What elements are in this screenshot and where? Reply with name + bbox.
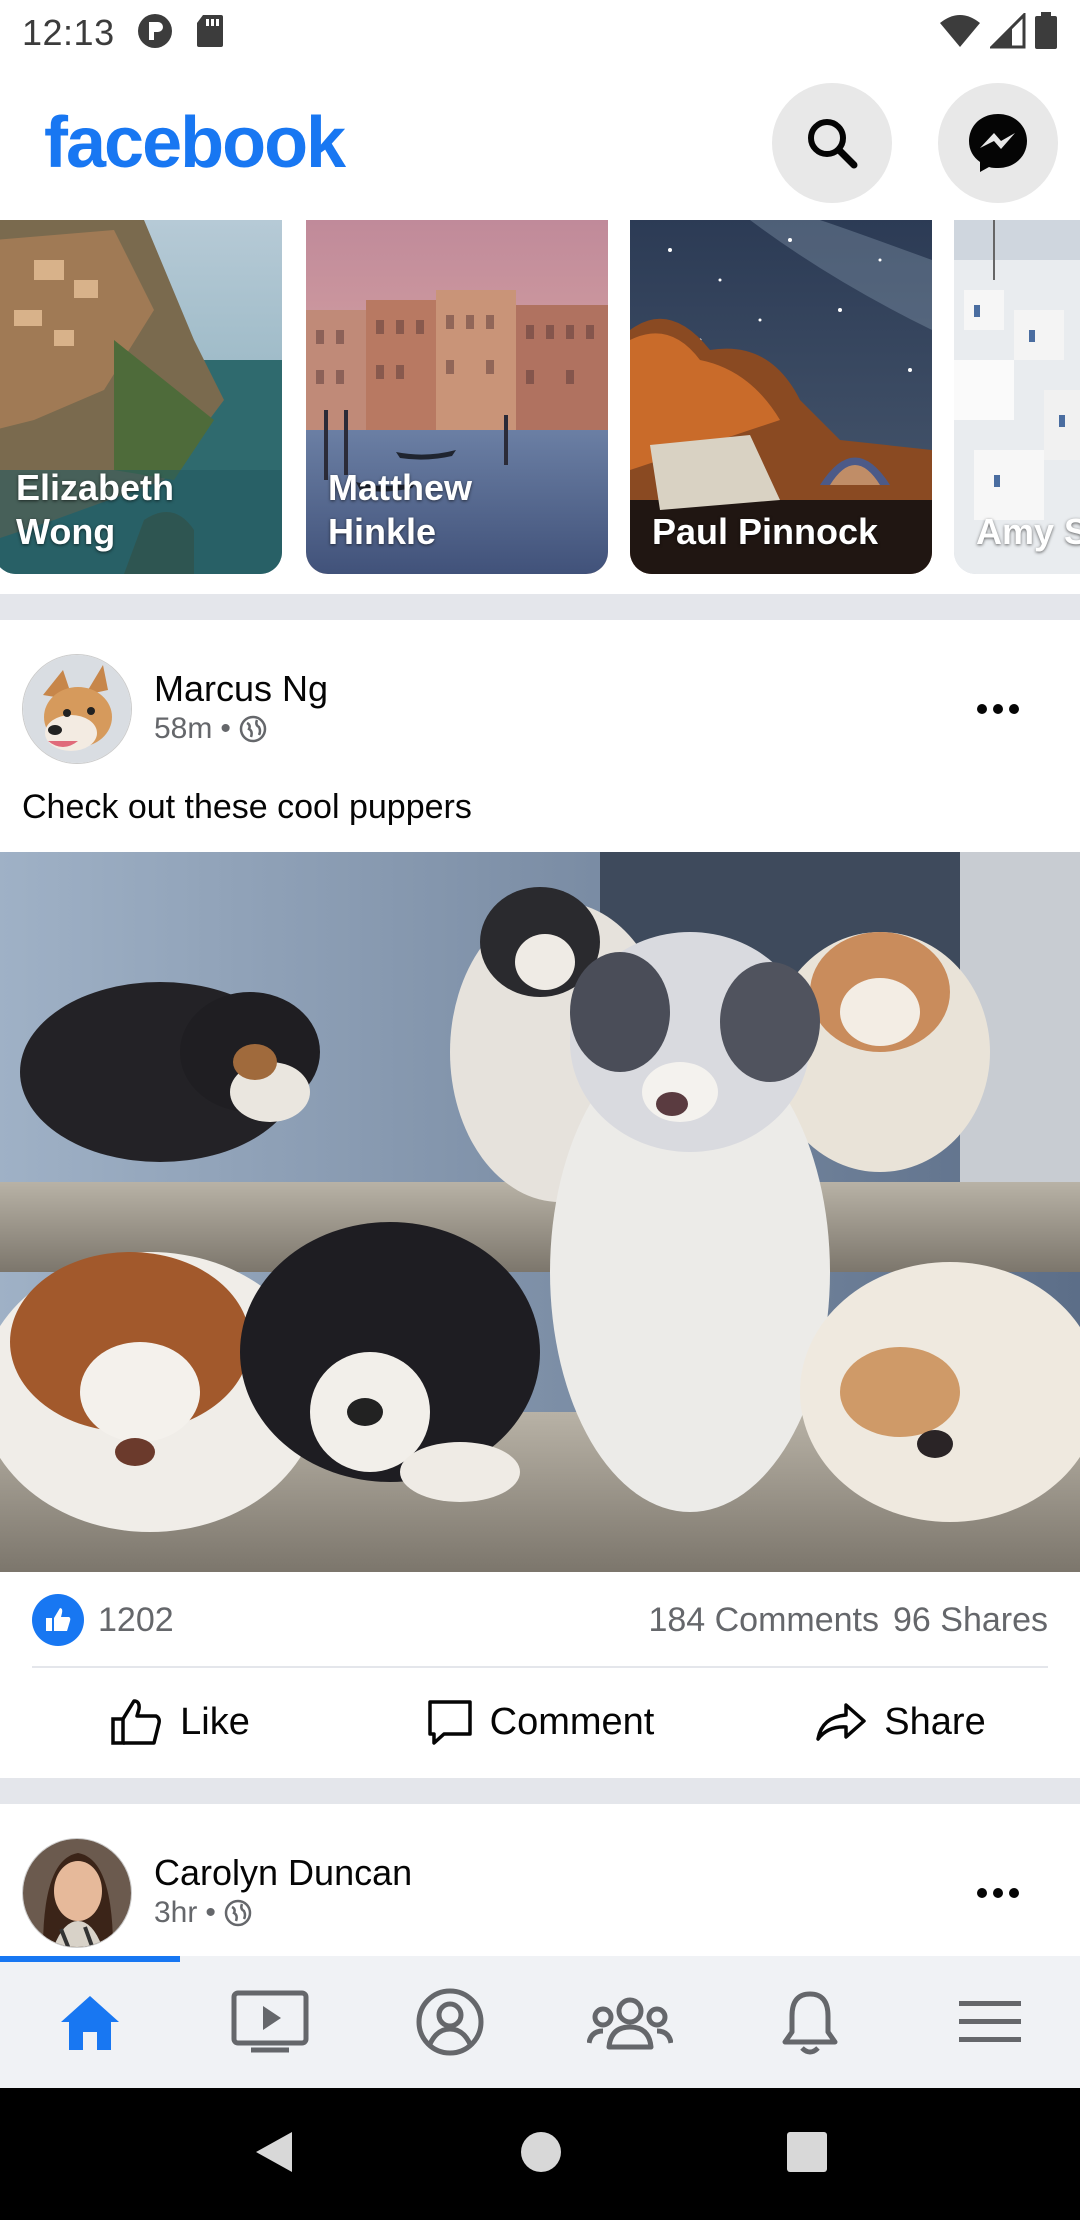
more-dot	[977, 1888, 987, 1898]
puppies-photo	[0, 852, 1080, 1572]
post-meta: 58m •	[154, 712, 267, 746]
tab-watch[interactable]	[180, 1956, 360, 2088]
system-navigation-bar	[0, 2088, 1080, 2220]
notifications-icon	[782, 1991, 838, 2055]
share-arrow-icon	[816, 1703, 867, 1741]
tab-groups[interactable]	[540, 1956, 720, 2088]
battery-icon	[1034, 11, 1058, 55]
profile-icon	[416, 1988, 484, 2056]
story-card[interactable]: Elizabeth Wong	[0, 220, 282, 574]
p-badge-icon	[137, 13, 173, 54]
back-icon[interactable]	[252, 2128, 296, 2181]
globe-icon	[224, 1899, 252, 1927]
avatar-dog-photo	[23, 655, 131, 763]
like-count[interactable]: 1202	[98, 1601, 174, 1640]
facebook-logo[interactable]: facebook	[44, 102, 346, 184]
section-separator	[0, 1778, 1080, 1804]
post-photo[interactable]	[0, 852, 1080, 1572]
comment-label: Comment	[489, 1700, 655, 1743]
status-time: 12:13	[22, 12, 115, 53]
search-button[interactable]	[772, 83, 892, 203]
post-actions: Like Comment Share	[0, 1680, 1080, 1764]
meta-dot: •	[220, 712, 231, 745]
bottom-nav	[0, 1956, 1080, 2088]
active-tab-indicator	[0, 1956, 180, 1962]
section-separator	[0, 594, 1080, 620]
more-dot	[993, 1888, 1003, 1898]
story-author: Elizabeth Wong	[16, 467, 175, 552]
sd-card-icon	[195, 13, 225, 54]
more-dot	[993, 704, 1003, 714]
recents-icon[interactable]	[786, 2131, 828, 2178]
status-bar: 12:13	[0, 0, 1080, 66]
home-circle-icon[interactable]	[519, 2130, 563, 2179]
menu-icon	[959, 2001, 1021, 2042]
story-author: Paul Pinnock	[652, 511, 879, 552]
story-author: Matthew Hinkle	[328, 467, 472, 552]
comment-button[interactable]: Comment	[360, 1680, 720, 1764]
thumbs-up-icon	[46, 1608, 71, 1631]
more-dot	[1009, 1888, 1019, 1898]
post-text: Check out these cool puppers	[22, 788, 472, 826]
post-header: Carolyn Duncan 3hr •	[0, 1838, 1080, 1950]
tab-home[interactable]	[0, 1956, 180, 2088]
messenger-button[interactable]	[938, 83, 1058, 203]
avatar[interactable]	[22, 1838, 132, 1948]
signal-icon	[988, 10, 1026, 54]
post-time: 58m	[154, 712, 213, 745]
post-options-button[interactable]	[966, 689, 1030, 729]
post-options-button[interactable]	[966, 1873, 1030, 1913]
more-dot	[1009, 704, 1019, 714]
thumbs-up-outline-icon	[111, 1699, 162, 1745]
stories-row: Elizabeth Wong Matthew Hinkle Paul Pinno…	[0, 220, 1080, 574]
story-card[interactable]: Matthew Hinkle	[306, 220, 608, 574]
wifi-icon	[938, 13, 982, 54]
groups-icon	[587, 1997, 673, 2050]
like-label: Like	[180, 1700, 250, 1743]
post-reactions-summary: 1202 184 Comments 96 Shares	[0, 1590, 1080, 1650]
comment-count[interactable]: 184 Comments	[648, 1601, 879, 1640]
post-divider	[32, 1666, 1048, 1668]
app-header: facebook	[0, 66, 1080, 220]
share-label: Share	[884, 1700, 986, 1743]
share-button[interactable]: Share	[720, 1680, 1080, 1764]
like-reaction-badge	[32, 1594, 84, 1646]
story-card[interactable]: Amy S	[954, 220, 1080, 574]
post-time: 3hr	[154, 1896, 198, 1929]
home-icon	[61, 1996, 119, 2050]
like-button[interactable]: Like	[0, 1680, 360, 1764]
post-header: Marcus Ng 58m •	[0, 654, 1080, 766]
search-icon	[808, 119, 858, 169]
story-card[interactable]: Paul Pinnock	[630, 220, 932, 574]
watch-icon	[231, 1990, 309, 2053]
meta-dot: •	[205, 1896, 216, 1929]
more-dot	[977, 704, 987, 714]
avatar-woman-photo	[23, 1839, 131, 1947]
tab-profile[interactable]	[360, 1956, 540, 2088]
messenger-icon	[969, 114, 1027, 172]
post-meta: 3hr •	[154, 1896, 252, 1930]
globe-icon	[239, 715, 267, 743]
tab-notifications[interactable]	[720, 1956, 900, 2088]
story-author: Amy S	[976, 511, 1080, 552]
tab-menu[interactable]	[900, 1956, 1080, 2088]
post-author[interactable]: Carolyn Duncan	[154, 1852, 412, 1894]
share-count[interactable]: 96 Shares	[893, 1601, 1048, 1640]
avatar[interactable]	[22, 654, 132, 764]
post-author[interactable]: Marcus Ng	[154, 668, 328, 710]
comment-icon	[427, 1700, 472, 1745]
